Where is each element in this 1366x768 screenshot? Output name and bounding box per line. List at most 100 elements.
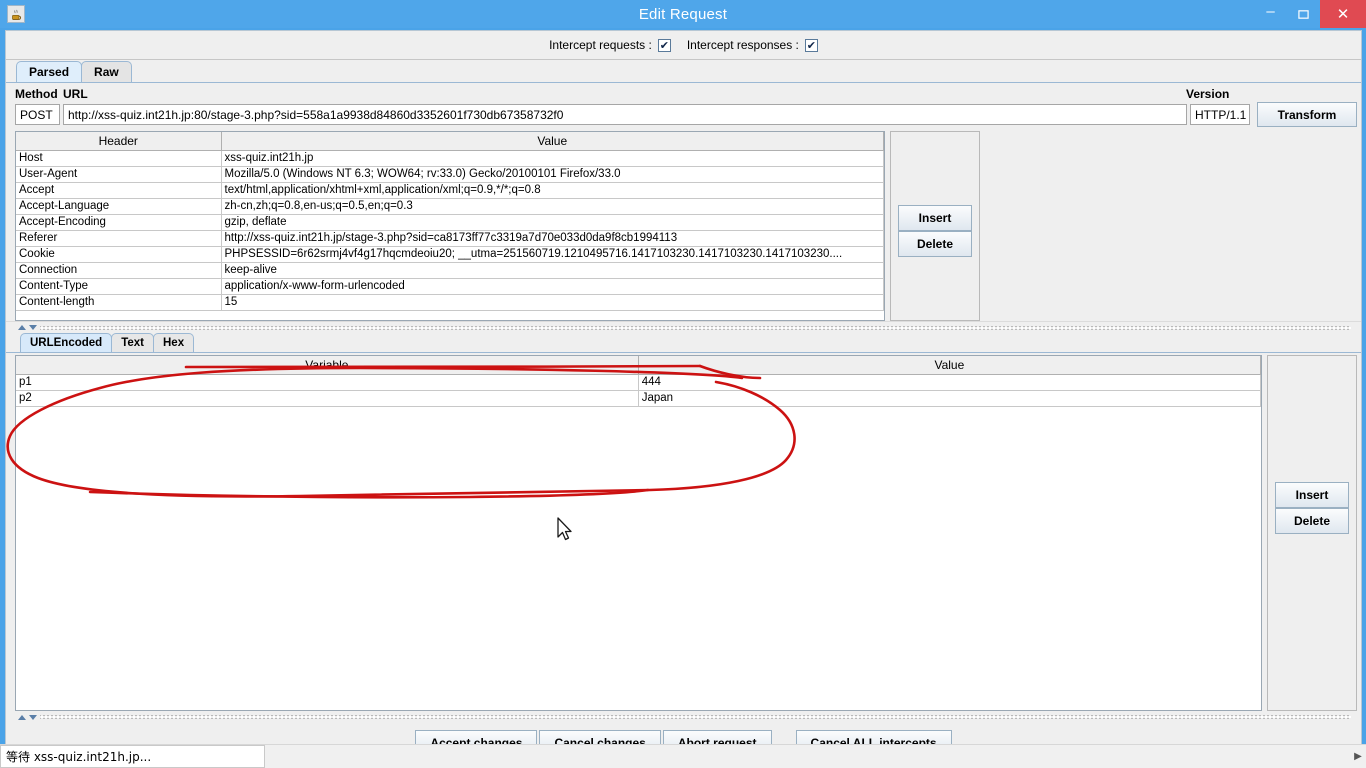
intercept-responses-checkbox[interactable]: ✔ bbox=[804, 38, 818, 52]
request-line-area: Method URL Version POST http://xss-quiz.… bbox=[6, 83, 1361, 130]
tab-parsed[interactable]: Parsed bbox=[16, 61, 83, 82]
collapse-down-icon[interactable] bbox=[29, 325, 37, 330]
method-input[interactable]: POST bbox=[15, 104, 60, 125]
table-row[interactable]: User-Agent Mozilla/5.0 (Windows NT 6.3; … bbox=[16, 166, 884, 183]
header-column-header[interactable]: Header bbox=[16, 132, 222, 151]
headers-table-header-row: Header Value bbox=[16, 132, 884, 151]
minimize-button[interactable]: – bbox=[1254, 0, 1287, 28]
header-name-cell[interactable]: Content-length bbox=[16, 294, 222, 311]
header-name-cell[interactable]: Referer bbox=[16, 230, 222, 247]
method-label: Method bbox=[15, 86, 58, 101]
tab-text[interactable]: Text bbox=[111, 333, 154, 352]
table-row[interactable]: Accept-Language zh-cn,zh;q=0.8,en-us;q=0… bbox=[16, 198, 884, 215]
header-value-cell[interactable]: http://xss-quiz.int21h.jp/stage-3.php?si… bbox=[221, 230, 884, 247]
intercept-requests-checkbox[interactable]: ✔ bbox=[657, 38, 671, 52]
main-content: Intercept requests : ✔ Intercept respons… bbox=[5, 30, 1362, 764]
params-side-buttons: Insert Delete bbox=[1267, 355, 1357, 711]
headers-delete-button[interactable]: Delete bbox=[898, 231, 972, 257]
header-value-cell[interactable]: 15 bbox=[221, 294, 884, 311]
header-name-cell[interactable]: Accept-Encoding bbox=[16, 214, 222, 231]
param-value-cell[interactable]: Japan bbox=[638, 390, 1261, 407]
header-value-cell[interactable]: zh-cn,zh;q=0.8,en-us;q=0.5,en;q=0.3 bbox=[221, 198, 884, 215]
version-input[interactable]: HTTP/1.1 bbox=[1190, 104, 1250, 125]
params-delete-button[interactable]: Delete bbox=[1275, 508, 1349, 534]
view-tabs: Parsed Raw bbox=[6, 60, 1361, 83]
params-table-body: p1 444 p2 Japan bbox=[16, 374, 1261, 407]
tab-raw[interactable]: Raw bbox=[81, 61, 132, 82]
headers-insert-button[interactable]: Insert bbox=[898, 205, 972, 231]
params-section: Variable Value p1 444 p2 Japan Insert De… bbox=[6, 353, 1361, 711]
table-row[interactable]: p1 444 bbox=[16, 374, 1261, 391]
intercept-responses-label: Intercept responses : bbox=[686, 38, 799, 52]
headers-table-body: Host xss-quiz.int21h.jp User-Agent Mozil… bbox=[16, 150, 884, 311]
maximize-button[interactable] bbox=[1287, 0, 1320, 28]
window-title: Edit Request bbox=[638, 5, 728, 23]
java-coffee-cup-icon bbox=[7, 5, 25, 23]
headers-body-splitter[interactable] bbox=[6, 321, 1361, 333]
intercept-responses-group: Intercept responses : ✔ bbox=[687, 38, 818, 52]
bottom-collapse-up-icon[interactable] bbox=[18, 714, 26, 720]
tab-hex[interactable]: Hex bbox=[153, 333, 195, 352]
headers-side-buttons: Insert Delete bbox=[890, 131, 980, 321]
transform-button[interactable]: Transform bbox=[1257, 102, 1357, 127]
close-button[interactable]: ✕ bbox=[1320, 0, 1366, 28]
statusbar: 等待 xss-quiz.int21h.jp... ▶ bbox=[0, 744, 1366, 768]
table-row[interactable]: Host xss-quiz.int21h.jp bbox=[16, 150, 884, 167]
table-row[interactable]: Cookie PHPSESSID=6r62srmj4vf4g17hqcmdeoi… bbox=[16, 246, 884, 263]
intercept-toolbar: Intercept requests : ✔ Intercept respons… bbox=[6, 31, 1361, 60]
header-value-cell[interactable]: Mozilla/5.0 (Windows NT 6.3; WOW64; rv:3… bbox=[221, 166, 884, 183]
table-row[interactable]: Content-Type application/x-www-form-urle… bbox=[16, 278, 884, 295]
header-value-cell[interactable]: application/x-www-form-urlencoded bbox=[221, 278, 884, 295]
params-table-header-row: Variable Value bbox=[16, 356, 1261, 375]
header-name-cell[interactable]: User-Agent bbox=[16, 166, 222, 183]
edit-request-window: Edit Request – ✕ Intercept requests : ✔ … bbox=[0, 0, 1366, 768]
param-value-column-header[interactable]: Value bbox=[638, 356, 1261, 375]
header-value-cell[interactable]: gzip, deflate bbox=[221, 214, 884, 231]
url-input[interactable]: http://xss-quiz.int21h.jp:80/stage-3.php… bbox=[63, 104, 1187, 125]
headers-side-pane: Insert Delete bbox=[890, 131, 980, 321]
status-overflow-arrow-icon[interactable]: ▶ bbox=[1350, 745, 1366, 768]
version-label: Version bbox=[1186, 86, 1230, 101]
header-value-cell[interactable]: xss-quiz.int21h.jp bbox=[221, 150, 884, 167]
table-row[interactable]: p2 Japan bbox=[16, 390, 1261, 407]
variable-column-header[interactable]: Variable bbox=[16, 356, 639, 375]
header-name-cell[interactable]: Cookie bbox=[16, 246, 222, 263]
header-value-cell[interactable]: keep-alive bbox=[221, 262, 884, 279]
header-name-cell[interactable]: Host bbox=[16, 150, 222, 167]
header-name-cell[interactable]: Content-Type bbox=[16, 278, 222, 295]
params-side-pane: Insert Delete bbox=[1267, 355, 1357, 711]
table-row[interactable]: Accept text/html,application/xhtml+xml,a… bbox=[16, 182, 884, 199]
params-insert-button[interactable]: Insert bbox=[1275, 482, 1349, 508]
param-name-cell[interactable]: p2 bbox=[16, 390, 639, 407]
bottom-splitter[interactable] bbox=[6, 711, 1361, 723]
collapse-up-icon[interactable] bbox=[18, 325, 26, 330]
table-row[interactable]: Accept-Encoding gzip, deflate bbox=[16, 214, 884, 231]
header-value-cell[interactable]: text/html,application/xhtml+xml,applicat… bbox=[221, 182, 884, 199]
header-name-cell[interactable]: Connection bbox=[16, 262, 222, 279]
header-value-cell[interactable]: PHPSESSID=6r62srmj4vf4g17hqcmdeoiu20; __… bbox=[221, 246, 884, 263]
tab-urlencoded[interactable]: URLEncoded bbox=[20, 333, 113, 352]
body-view-tabs: URLEncoded Text Hex bbox=[6, 333, 1361, 353]
table-row[interactable]: Referer http://xss-quiz.int21h.jp/stage-… bbox=[16, 230, 884, 247]
params-table-container[interactable]: Variable Value p1 444 p2 Japan bbox=[15, 355, 1262, 711]
url-label: URL bbox=[63, 86, 88, 101]
window-controls: – ✕ bbox=[1254, 0, 1366, 28]
headers-section: Header Value Host xss-quiz.int21h.jp Use… bbox=[6, 130, 1361, 321]
bottom-splitter-grip[interactable] bbox=[40, 715, 1351, 719]
headers-table: Header Value Host xss-quiz.int21h.jp Use… bbox=[16, 132, 884, 311]
table-row[interactable]: Connection keep-alive bbox=[16, 262, 884, 279]
request-line-labels: Method URL Version bbox=[6, 85, 1361, 102]
intercept-requests-label: Intercept requests : bbox=[549, 38, 652, 52]
param-value-cell[interactable]: 444 bbox=[638, 374, 1261, 391]
param-name-cell[interactable]: p1 bbox=[16, 374, 639, 391]
bottom-collapse-down-icon[interactable] bbox=[29, 714, 37, 720]
status-text: 等待 xss-quiz.int21h.jp... bbox=[0, 745, 265, 768]
headers-table-container[interactable]: Header Value Host xss-quiz.int21h.jp Use… bbox=[15, 131, 885, 321]
status-filler bbox=[265, 745, 1350, 768]
header-name-cell[interactable]: Accept-Language bbox=[16, 198, 222, 215]
header-name-cell[interactable]: Accept bbox=[16, 182, 222, 199]
table-row[interactable]: Content-length 15 bbox=[16, 294, 884, 311]
value-column-header[interactable]: Value bbox=[221, 132, 884, 151]
params-table: Variable Value p1 444 p2 Japan bbox=[16, 356, 1261, 407]
splitter-grip[interactable] bbox=[40, 325, 1351, 330]
